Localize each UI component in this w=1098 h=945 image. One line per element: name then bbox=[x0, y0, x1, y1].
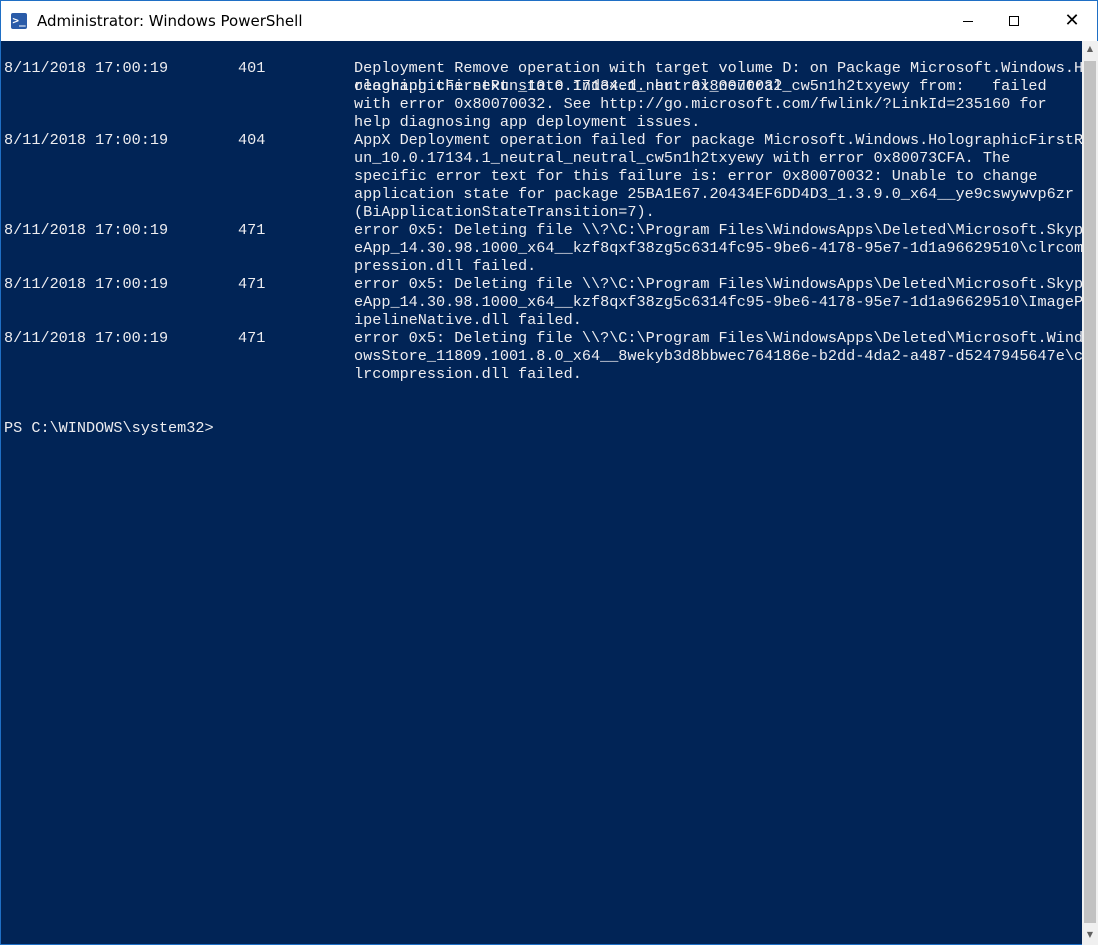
log-message: error 0x5: Deleting file \\?\C:\Program … bbox=[354, 221, 1082, 275]
log-message: error 0x5: Deleting file \\?\C:\Program … bbox=[354, 329, 1082, 383]
log-line: owsStore_11809.1001.8.0_x64__8wekyb3d8bb… bbox=[354, 347, 1082, 365]
log-event-id: 471 bbox=[238, 329, 266, 347]
log-line: lrcompression.dll failed. bbox=[354, 365, 582, 383]
log-line: olographicFirstRun_10.0.17134.1_neutral_… bbox=[354, 77, 1047, 95]
log-line: pression.dll failed. bbox=[354, 257, 537, 275]
log-line: un_10.0.17134.1_neutral_neutral_cw5n1h2t… bbox=[354, 149, 1011, 167]
log-line: eApp_14.30.98.1000_x64__kzf8qxf38zg5c631… bbox=[354, 239, 1082, 257]
console-output[interactable]: reaching the next state Indexed. hr: 0x8… bbox=[2, 41, 1082, 941]
log-event-id: 471 bbox=[238, 275, 266, 293]
log-message: Deployment Remove operation with target … bbox=[354, 59, 1082, 131]
vertical-scrollbar[interactable]: ▲ ▼ bbox=[1082, 41, 1098, 945]
log-date: 8/11/2018 17:00:19 bbox=[4, 221, 169, 239]
minimize-icon bbox=[963, 20, 973, 22]
log-line: Deployment Remove operation with target … bbox=[354, 59, 1082, 77]
close-icon: ✕ bbox=[1064, 10, 1080, 31]
log-date: 8/11/2018 17:00:19 bbox=[4, 275, 169, 293]
command-prompt[interactable]: PS C:\WINDOWS\system32> bbox=[4, 419, 214, 437]
window-title: Administrator: Windows PowerShell bbox=[37, 12, 303, 30]
log-line: with error 0x80070032. See http://go.mic… bbox=[354, 95, 1047, 113]
powershell-window: >_ Administrator: Windows PowerShell ✕ r… bbox=[0, 0, 1098, 945]
log-line: specific error text for this failure is:… bbox=[354, 167, 1038, 185]
scroll-thumb[interactable] bbox=[1084, 61, 1096, 923]
log-line: AppX Deployment operation failed for pac… bbox=[354, 131, 1082, 149]
log-date: 8/11/2018 17:00:19 bbox=[4, 329, 169, 347]
log-message: error 0x5: Deleting file \\?\C:\Program … bbox=[354, 275, 1082, 329]
close-button[interactable]: ✕ bbox=[1045, 1, 1098, 41]
powershell-icon[interactable]: >_ bbox=[11, 13, 27, 29]
maximize-button[interactable] bbox=[991, 1, 1037, 41]
log-message: AppX Deployment operation failed for pac… bbox=[354, 131, 1082, 221]
scroll-down-icon[interactable]: ▼ bbox=[1082, 927, 1098, 943]
log-event-id: 471 bbox=[238, 221, 266, 239]
maximize-icon bbox=[1009, 16, 1019, 26]
log-event-id: 404 bbox=[238, 131, 266, 149]
log-line: help diagnosing app deployment issues. bbox=[354, 113, 701, 131]
log-line: eApp_14.30.98.1000_x64__kzf8qxf38zg5c631… bbox=[354, 293, 1082, 311]
log-date: 8/11/2018 17:00:19 bbox=[4, 131, 169, 149]
log-date: 8/11/2018 17:00:19 bbox=[4, 59, 169, 77]
scroll-up-icon[interactable]: ▲ bbox=[1082, 41, 1098, 57]
log-line: error 0x5: Deleting file \\?\C:\Program … bbox=[354, 221, 1082, 239]
log-line: error 0x5: Deleting file \\?\C:\Program … bbox=[354, 275, 1082, 293]
log-event-id: 401 bbox=[238, 59, 266, 77]
log-line: error 0x5: Deleting file \\?\C:\Program … bbox=[354, 329, 1082, 347]
log-line: (BiApplicationStateTransition=7). bbox=[354, 203, 655, 221]
log-line: ipelineNative.dll failed. bbox=[354, 311, 582, 329]
minimize-button[interactable] bbox=[945, 1, 991, 41]
log-line: application state for package 25BA1E67.2… bbox=[354, 185, 1075, 203]
title-bar[interactable]: >_ Administrator: Windows PowerShell ✕ bbox=[1, 1, 1097, 41]
